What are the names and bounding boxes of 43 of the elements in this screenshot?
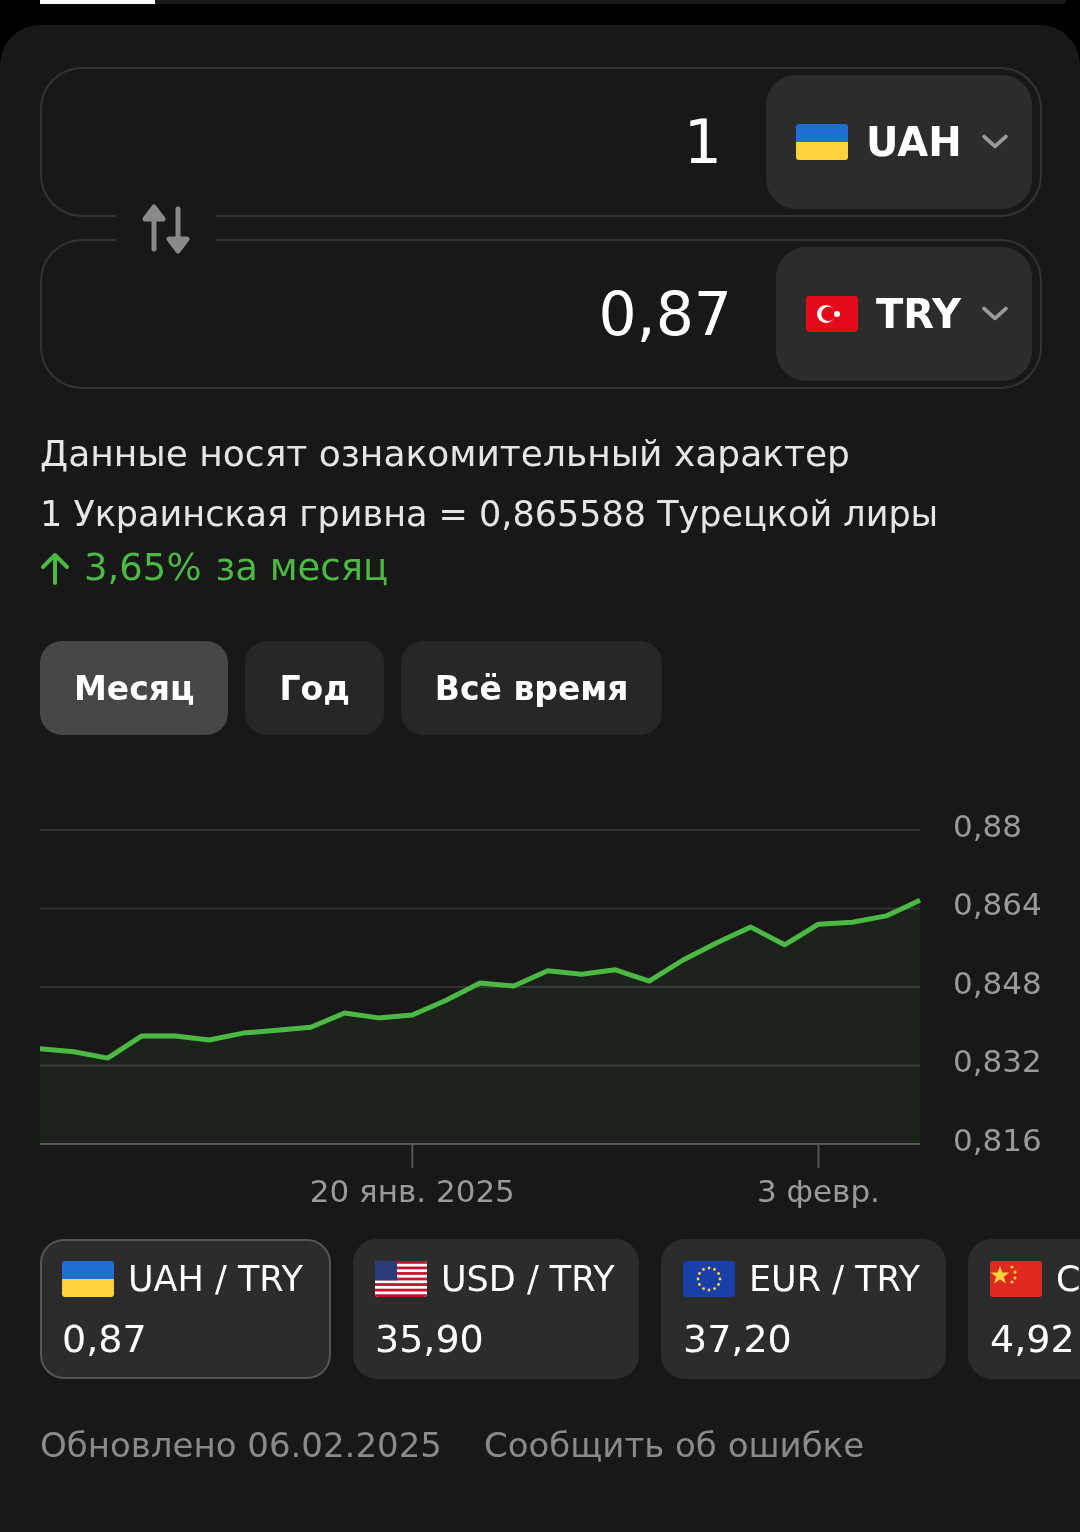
flag-icon — [796, 124, 848, 160]
period-tab[interactable]: Месяц — [40, 641, 229, 735]
flag-icon — [683, 1261, 735, 1297]
pair-card[interactable]: UAH / TRY 0,87 — [40, 1239, 331, 1379]
report-error-link[interactable]: Сообщить об ошибке — [483, 1425, 865, 1465]
change-value: 3,65% — [84, 546, 202, 589]
amount-value: 0,87 — [598, 279, 732, 349]
pair-value: 35,90 — [375, 1317, 485, 1361]
pair-label: EUR / TRY — [749, 1259, 920, 1299]
disclaimer-text: Данные носят ознакомительный характер — [40, 433, 851, 474]
amount-field[interactable]: 0,87 TRY — [40, 239, 1042, 389]
y-axis-label: 0,816 — [953, 1121, 1042, 1158]
currency-selector[interactable]: UAH — [766, 75, 1032, 209]
pair-value: 37,20 — [683, 1317, 793, 1361]
pair-value: 0,87 — [62, 1317, 148, 1361]
amount-field[interactable]: 1 UAH — [40, 67, 1042, 217]
chevron-down-icon — [982, 306, 1008, 322]
change-period: за месяц — [215, 546, 389, 589]
x-axis-label: 20 янв. 2025 — [309, 1172, 515, 1209]
pair-label: UAH / TRY — [128, 1259, 303, 1299]
x-axis-label: 3 февр. — [757, 1172, 880, 1209]
pair-label: C — [1056, 1259, 1080, 1299]
updated-text: Обновлено 06.02.2025 — [40, 1425, 442, 1465]
flag-icon — [806, 296, 858, 332]
rate-text: 1 Украинская гривна = 0,865588 Турецкой лиры — [40, 494, 940, 534]
period-tab[interactable]: Год — [245, 641, 384, 735]
currency-selector[interactable]: TRY — [776, 247, 1032, 381]
pair-label: USD / TRY — [441, 1259, 615, 1299]
amount-value: 1 — [683, 107, 722, 177]
y-axis-label: 0,88 — [953, 807, 1023, 844]
flag-icon — [990, 1261, 1042, 1297]
y-axis-label: 0,864 — [953, 886, 1042, 922]
chevron-down-icon — [982, 134, 1008, 150]
pair-card[interactable]: C 4,92 — [968, 1239, 1080, 1379]
pair-card[interactable]: EUR / TRY 37,20 — [661, 1239, 946, 1379]
y-axis-label: 0,848 — [953, 964, 1042, 1001]
pair-value: 4,92 — [990, 1317, 1076, 1361]
pair-card[interactable]: USD / TRY 35,90 — [353, 1239, 639, 1379]
flag-icon — [375, 1261, 427, 1297]
y-axis-label: 0,832 — [953, 1043, 1042, 1079]
arrow-up-icon — [40, 550, 70, 585]
period-tab[interactable]: Всё время — [400, 641, 663, 735]
flag-icon — [62, 1261, 114, 1297]
